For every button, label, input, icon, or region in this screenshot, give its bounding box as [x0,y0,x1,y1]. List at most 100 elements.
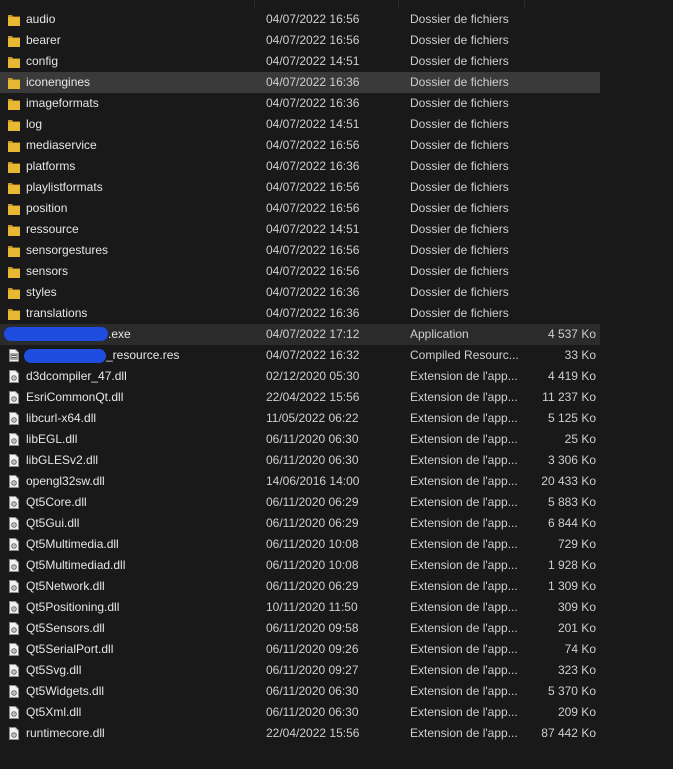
column-separator[interactable] [524,0,525,9]
folder-icon [8,160,20,173]
file-size: 323 Ko [557,663,596,677]
file-row[interactable]: Qt5Multimedia.dll 06/11/2020 10:08 Extensi… [0,534,600,555]
file-list: audio 04/07/2022 16:56 Dossier de fichiers… [0,9,673,744]
file-row[interactable]: ressource 04/07/2022 14:51 Dossier de fich… [0,219,600,240]
file-modified-date: 04/07/2022 16:36 [266,75,360,89]
file-row[interactable]: libEGL.dll 06/11/2020 06:30 Extension de l… [0,429,600,450]
file-row[interactable]: sensorgestures 04/07/2022 16:56 Dossier de… [0,240,600,261]
file-name: mediaservice [26,138,97,152]
dll-file-icon [8,391,20,404]
file-row[interactable]: EsriCommonQt.dll 22/04/2022 15:56 Extensio… [0,387,600,408]
file-name: d3dcompiler_47.dll [26,369,127,383]
file-row[interactable]: Qt5Positioning.dll 10/11/2020 11:50 Extens… [0,597,600,618]
file-name: Qt5Positioning.dll [26,600,120,614]
file-size: 6 844 Ko [547,516,596,530]
file-size: 11 237 Ko [542,390,596,404]
file-row[interactable]: log 04/07/2022 14:51 Dossier de fichiers [0,114,600,135]
file-row[interactable]: runtimecore.dll 22/04/2022 15:56 Extension… [0,723,600,744]
file-name: imageformats [26,96,99,110]
file-row[interactable]: Qt5Gui.dll 06/11/2020 06:29 Extension de l… [0,513,600,534]
file-row[interactable]: mediaservice 04/07/2022 16:56 Dossier de f… [0,135,600,156]
file-row[interactable]: opengl32sw.dll 14/06/2016 14:00 Extension … [0,471,600,492]
file-row[interactable]: Qt5Svg.dll 06/11/2020 09:27 Extension de l… [0,660,600,681]
folder-icon [8,13,20,26]
folder-icon [8,181,20,194]
file-row[interactable]: iconengines 04/07/2022 16:36 Dossier de fi… [0,72,600,93]
file-type: Extension de l'app... [410,663,518,677]
file-row[interactable]: Qt5Sensors.dll 06/11/2020 09:58 Extension … [0,618,600,639]
file-row[interactable]: styles 04/07/2022 16:36 Dossier de fichier… [0,282,600,303]
dll-file-icon [8,454,20,467]
file-type: Dossier de fichiers [410,96,509,110]
file-name: Qt5Sensors.dll [26,621,105,635]
file-type: Dossier de fichiers [410,306,509,320]
file-size: 1 928 Ko [547,558,596,572]
file-row[interactable]: sensors 04/07/2022 16:56 Dossier de fichie… [0,261,600,282]
file-size [520,198,596,219]
file-size [520,72,596,93]
file-row[interactable]: translations 04/07/2022 16:36 Dossier de f… [0,303,600,324]
folder-icon [8,202,20,215]
file-name: config [26,54,59,68]
file-name: Qt5Widgets.dll [26,684,105,698]
file-size [520,282,596,303]
file-size: 87 442 Ko [541,726,596,740]
dll-file-icon [8,643,20,656]
file-name: translations [26,306,88,320]
file-type: Extension de l'app... [410,600,518,614]
file-row[interactable]: _resource.res 04/07/2022 16:32 Compiled Re… [0,345,600,366]
file-name: Qt5Network.dll [26,579,105,593]
file-row[interactable]: libGLESv2.dll 06/11/2020 06:30 Extension d… [0,450,600,471]
file-modified-date: 04/07/2022 16:36 [266,306,360,320]
file-row[interactable]: position 04/07/2022 16:56 Dossier de fichi… [0,198,600,219]
file-name: Qt5Multimedia.dll [26,537,119,551]
file-type: Dossier de fichiers [410,33,509,47]
file-row[interactable]: Qt5Network.dll 06/11/2020 06:29 Extension … [0,576,600,597]
file-type: Extension de l'app... [410,369,518,383]
folder-icon [8,265,20,278]
file-row[interactable]: Qt5Xml.dll 06/11/2020 06:30 Extension de l… [0,702,600,723]
file-size: 5 883 Ko [547,495,596,509]
file-modified-date: 04/07/2022 16:56 [266,201,360,215]
file-row[interactable]: imageformats 04/07/2022 16:36 Dossier de f… [0,93,600,114]
file-name: bearer [26,33,61,47]
file-name: platforms [26,159,76,173]
file-row[interactable]: playlistformats 04/07/2022 16:56 Dossier d… [0,177,600,198]
folder-icon [8,286,20,299]
file-modified-date: 06/11/2020 06:30 [266,432,359,446]
file-type: Extension de l'app... [410,726,518,740]
folder-icon [8,76,20,89]
file-modified-date: 22/04/2022 15:56 [266,390,360,404]
file-row[interactable]: Qt5SerialPort.dll 06/11/2020 09:26 Extensi… [0,639,600,660]
file-modified-date: 04/07/2022 16:56 [266,180,360,194]
file-row[interactable]: config 04/07/2022 14:51 Dossier de fichier… [0,51,600,72]
file-modified-date: 06/11/2020 09:27 [266,663,359,677]
redaction-mark [4,327,108,341]
file-size: 25 Ko [564,432,596,446]
file-type: Extension de l'app... [410,432,518,446]
column-separator[interactable] [398,0,399,9]
file-row[interactable]: bearer 04/07/2022 16:56 Dossier de fichier… [0,30,600,51]
file-row[interactable]: d3dcompiler_47.dll 02/12/2020 05:30 Extens… [0,366,600,387]
dll-file-icon [8,706,20,719]
file-modified-date: 02/12/2020 05:30 [266,369,360,383]
file-type: Extension de l'app... [410,495,518,509]
dll-file-icon [8,601,20,614]
file-row[interactable]: Qt5Widgets.dll 06/11/2020 06:30 Extension … [0,681,600,702]
file-row[interactable]: .exe 04/07/2022 17:12 Application 4 537 Ko [0,324,600,345]
column-separator[interactable] [254,0,255,9]
file-type: Extension de l'app... [410,579,518,593]
file-row[interactable]: Qt5Core.dll 06/11/2020 06:29 Extension de … [0,492,600,513]
dll-file-icon [8,433,20,446]
file-row[interactable]: platforms 04/07/2022 16:36 Dossier de fich… [0,156,600,177]
dll-file-icon [8,685,20,698]
file-name: Qt5Xml.dll [26,705,82,719]
file-row[interactable]: audio 04/07/2022 16:56 Dossier de fichiers [0,9,600,30]
file-row[interactable]: libcurl-x64.dll 11/05/2022 06:22 Extension… [0,408,600,429]
file-type: Dossier de fichiers [410,264,509,278]
file-row[interactable]: Qt5Multimediad.dll 06/11/2020 10:08 Extens… [0,555,600,576]
file-type: Compiled Resourc... [410,348,519,362]
file-name: libcurl-x64.dll [26,411,97,425]
file-name: log [26,117,43,131]
file-type: Dossier de fichiers [410,222,509,236]
